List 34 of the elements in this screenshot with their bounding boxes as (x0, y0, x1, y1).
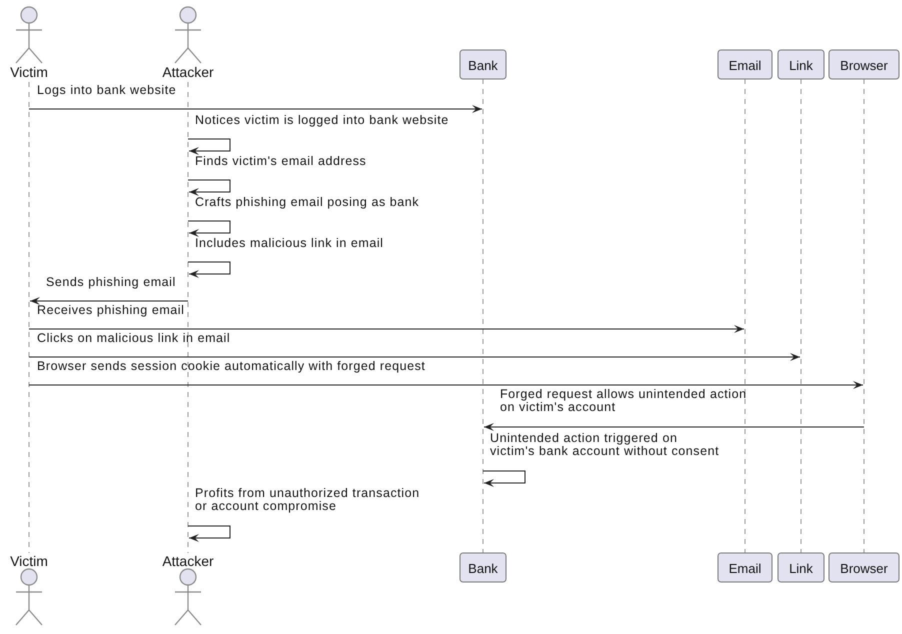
self-arrow (188, 138, 230, 155)
message-label: Browser sends session cookie automatically with forged request (37, 359, 426, 373)
self-arrow (188, 526, 230, 542)
actor-icon (174, 568, 202, 626)
actor-icon (16, 568, 42, 626)
message-label: Notices victim is logged into bank website (195, 113, 449, 127)
message-label: Finds victim's email address (195, 154, 366, 168)
actor-icon (16, 6, 42, 64)
participant-box: Email (718, 552, 772, 582)
message-label: Unintended action triggered on victim's bank account without consent (490, 431, 720, 458)
actor-icon (174, 6, 202, 64)
self-arrow (188, 262, 230, 278)
message-label: Forged request allows unintended action on victim's account (500, 387, 747, 414)
self-arrow (188, 180, 230, 196)
self-arrow (188, 220, 230, 237)
message-label: Crafts phishing email posing as bank (195, 195, 420, 209)
actor-label: Attacker (162, 553, 214, 569)
message-label: Receives phishing email (37, 303, 184, 317)
participant-box: Bank (460, 552, 506, 582)
message-label: Sends phishing email (46, 275, 176, 289)
participant-box: Bank (460, 50, 506, 80)
self-arrow (482, 470, 526, 487)
participant-box: Link (778, 50, 824, 80)
participant-box: Browser (828, 50, 900, 80)
participant-box: Link (778, 552, 824, 582)
participant-box: Browser (828, 552, 900, 582)
participant-box: Email (718, 50, 772, 80)
actor-label: Attacker (162, 64, 214, 80)
message-label: Logs into bank website (37, 83, 176, 97)
actor-label: Victim (10, 553, 48, 569)
actor-label: Victim (10, 64, 48, 80)
message-label: Profits from unauthorized transaction or account compromise (195, 486, 420, 513)
message-label: Includes malicious link in email (195, 236, 384, 250)
message-label: Clicks on malicious link in email (37, 331, 230, 345)
